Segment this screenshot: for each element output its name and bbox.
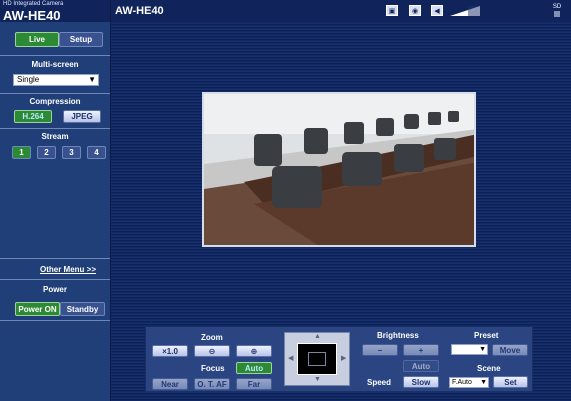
preset-select[interactable]: ▼ xyxy=(451,344,488,355)
scene-value: F.Auto xyxy=(452,379,472,386)
zoom-out-button[interactable]: ⊖ xyxy=(194,345,230,357)
zoom-title: Zoom xyxy=(201,333,223,342)
stream-title: Stream xyxy=(41,132,69,141)
brand-logo: HD Integrated Camera AW-HE40 xyxy=(0,0,110,23)
sd-indicator: SD xyxy=(552,4,562,17)
scene-select[interactable]: F.Auto ▼ xyxy=(449,377,489,388)
focus-near-button[interactable]: Near xyxy=(152,378,188,390)
chevron-down-icon: ▼ xyxy=(479,346,486,353)
divider xyxy=(0,320,110,321)
jpeg-button[interactable]: JPEG xyxy=(63,110,101,123)
zoom-in-button[interactable]: ⊕ xyxy=(236,345,272,357)
h264-button[interactable]: H.264 xyxy=(14,110,52,123)
preset-title: Preset xyxy=(474,331,499,340)
speaker-icon[interactable]: ◀ xyxy=(431,5,443,16)
signal-level-icon[interactable] xyxy=(450,6,480,16)
pan-right-icon[interactable]: ▶ xyxy=(341,354,346,362)
stream-1-button[interactable]: 1 xyxy=(12,146,31,159)
sidebar: HD Integrated Camera AW-HE40 Live Setup … xyxy=(0,0,111,401)
zoom-in-icon: ⊕ xyxy=(250,346,258,356)
stream-2-button[interactable]: 2 xyxy=(37,146,56,159)
standby-button[interactable]: Standby xyxy=(60,302,105,316)
tilt-up-icon[interactable]: ▲ xyxy=(314,333,321,340)
brightness-minus-button[interactable]: − xyxy=(362,344,398,356)
brightness-plus-button[interactable]: + xyxy=(403,344,439,356)
multi-screen-select[interactable]: Single ▼ xyxy=(13,74,99,86)
power-title: Power xyxy=(42,285,67,294)
multi-screen-value: Single xyxy=(17,75,40,84)
other-menu-link[interactable]: Other Menu >> xyxy=(40,265,96,274)
divider xyxy=(0,93,110,94)
preset-move-button[interactable]: Move xyxy=(492,344,528,356)
sd-label: SD xyxy=(552,4,562,10)
pan-tilt-area[interactable] xyxy=(297,343,337,375)
speed-title: Speed xyxy=(367,378,392,387)
pan-tilt-pad[interactable]: ▲ ▼ ◀ ▶ xyxy=(284,332,350,386)
camera-title: AW-HE40 xyxy=(115,5,164,17)
divider xyxy=(0,55,110,56)
stream-3-button[interactable]: 3 xyxy=(62,146,81,159)
brightness-auto-button[interactable]: Auto xyxy=(403,360,439,372)
main-view: AW-HE40 ▣ ◉ ◀ SD Zoom ×1.0 ⊖ ⊕ Focus Aut… xyxy=(111,0,571,401)
divider xyxy=(0,258,110,259)
speed-button[interactable]: Slow xyxy=(403,376,439,388)
focus-far-button[interactable]: Far xyxy=(236,378,272,390)
brand-subtitle: HD Integrated Camera xyxy=(3,1,64,7)
camera-icon[interactable]: ◉ xyxy=(409,5,421,16)
tilt-down-icon[interactable]: ▼ xyxy=(314,376,321,383)
power-on-button[interactable]: Power ON xyxy=(15,302,60,316)
conference-room-image xyxy=(204,94,474,245)
zoom-reset-button[interactable]: ×1.0 xyxy=(152,345,188,357)
chevron-down-icon: ▼ xyxy=(88,75,96,84)
one-touch-af-button[interactable]: O. T. AF xyxy=(194,378,230,390)
zoom-out-icon: ⊖ xyxy=(208,346,216,356)
live-tab[interactable]: Live xyxy=(15,32,59,47)
pan-left-icon[interactable]: ◀ xyxy=(288,354,293,362)
multi-screen-title: Multi-screen xyxy=(31,60,79,69)
sd-card-icon xyxy=(554,11,560,17)
focus-title: Focus xyxy=(201,364,225,373)
main-header: AW-HE40 ▣ ◉ ◀ SD xyxy=(111,0,571,22)
camera-control-panel: Zoom ×1.0 ⊖ ⊕ Focus Auto Near O. T. AF F… xyxy=(145,326,533,392)
compression-title: Compression xyxy=(29,97,81,106)
scene-set-button[interactable]: Set xyxy=(493,376,528,388)
divider xyxy=(0,279,110,280)
stream-4-button[interactable]: 4 xyxy=(87,146,106,159)
chevron-down-icon: ▼ xyxy=(480,379,487,386)
focus-auto-button[interactable]: Auto xyxy=(236,362,272,374)
snapshot-icon[interactable]: ▣ xyxy=(386,5,398,16)
scene-title: Scene xyxy=(477,364,501,373)
brightness-title: Brightness xyxy=(377,331,419,340)
live-video[interactable] xyxy=(202,92,476,247)
brand-model: AW-HE40 xyxy=(3,8,61,23)
pan-tilt-center xyxy=(308,352,326,366)
setup-tab[interactable]: Setup xyxy=(59,32,103,47)
divider xyxy=(0,128,110,129)
